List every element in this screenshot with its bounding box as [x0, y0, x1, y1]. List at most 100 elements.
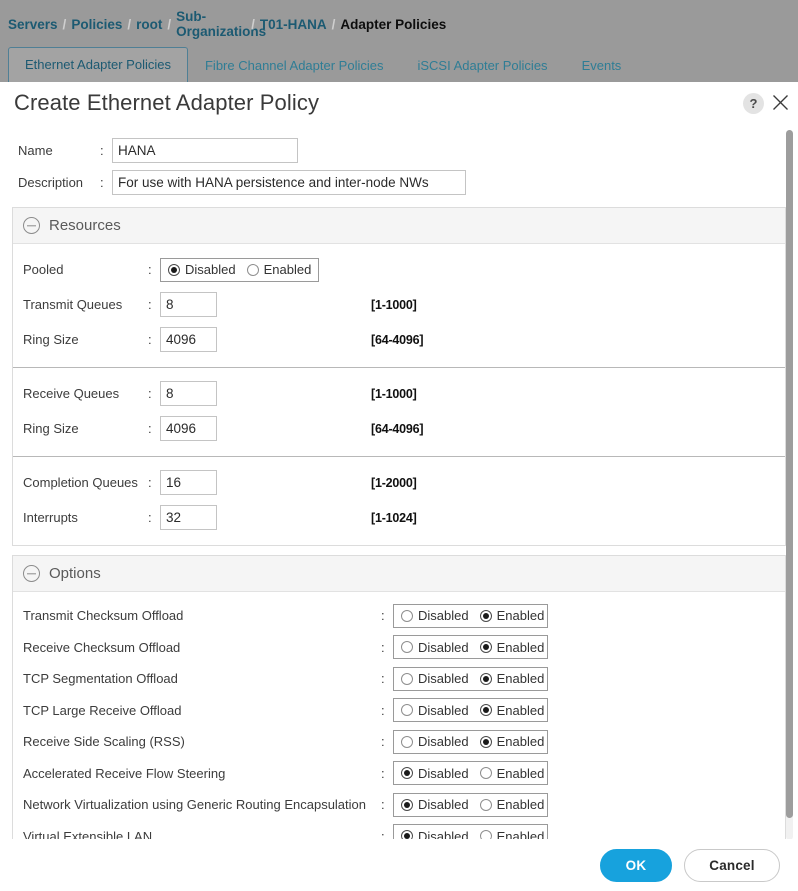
- scrollbar-track[interactable]: [786, 130, 793, 840]
- collapse-minus-icon[interactable]: [23, 217, 40, 234]
- breadcrumb-item-root[interactable]: root: [136, 17, 162, 32]
- radio-label: Enabled: [497, 734, 545, 749]
- receive-checksum-offload-row: Receive Checksum Offload:DisabledEnabled: [13, 632, 785, 664]
- tab-ethernet-adapter-policies[interactable]: Ethernet Adapter Policies: [8, 47, 188, 83]
- tcp-segmentation-offload-radio-group[interactable]: Disabled Enabled: [393, 667, 548, 691]
- accelerated-receive-flow-steering-radio-enabled[interactable]: Enabled: [480, 766, 545, 781]
- pooled-radio-enabled[interactable]: Enabled: [247, 262, 312, 277]
- options-panel-header[interactable]: Options: [13, 556, 785, 592]
- name-input[interactable]: HANA: [112, 138, 298, 163]
- network-virtualization-using-generic-routing-encapsulation-radio-group[interactable]: Disabled Enabled: [393, 793, 548, 817]
- breadcrumb-item-sub-organizations[interactable]: Sub-Organizations: [176, 9, 246, 39]
- receive-side-scaling-rss-row: Receive Side Scaling (RSS):DisabledEnabl…: [13, 726, 785, 758]
- completion-queues-row: Completion Queues:16[1-2000]: [13, 465, 785, 500]
- breadcrumb-separator: /: [167, 17, 171, 32]
- tcp-large-receive-offload-radio-enabled[interactable]: Enabled: [480, 703, 545, 718]
- network-virtualization-using-generic-routing-encapsulation-row: Network Virtualization using Generic Rou…: [13, 789, 785, 821]
- receive-queues-label: Receive Queues: [23, 386, 148, 401]
- pooled-radio-group[interactable]: Disabled Enabled: [160, 258, 319, 282]
- breadcrumb-item-policies[interactable]: Policies: [71, 17, 122, 32]
- resources-panel-title: Resources: [49, 217, 121, 234]
- scrollbar-thumb[interactable]: [786, 130, 793, 818]
- transmit-checksum-offload-row: Transmit Checksum Offload:DisabledEnable…: [13, 600, 785, 632]
- receive-side-scaling-rss-radio-disabled[interactable]: Disabled: [401, 734, 469, 749]
- tcp-segmentation-offload-radio-disabled[interactable]: Disabled: [401, 671, 469, 686]
- radio-label: Enabled: [497, 640, 545, 655]
- accelerated-receive-flow-steering-colon: :: [381, 766, 393, 781]
- description-input[interactable]: For use with HANA persistence and inter-…: [112, 170, 466, 195]
- ok-button[interactable]: OK: [600, 849, 672, 882]
- network-virtualization-using-generic-routing-encapsulation-radio-disabled[interactable]: Disabled: [401, 797, 469, 812]
- network-virtualization-using-generic-routing-encapsulation-radio-enabled[interactable]: Enabled: [480, 797, 545, 812]
- receive-checksum-offload-radio-group[interactable]: Disabled Enabled: [393, 635, 548, 659]
- receive-side-scaling-rss-label: Receive Side Scaling (RSS): [23, 734, 381, 749]
- transmit-queues-input[interactable]: 8: [160, 292, 217, 317]
- ring-size-colon: :: [148, 421, 160, 436]
- radio-label: Disabled: [418, 671, 469, 686]
- tcp-segmentation-offload-radio-enabled[interactable]: Enabled: [480, 671, 545, 686]
- tab-events[interactable]: Events: [565, 48, 639, 83]
- resources-groups: Pooled:DisabledEnabledTransmit Queues:8[…: [13, 244, 785, 545]
- tcp-large-receive-offload-radio-disabled[interactable]: Disabled: [401, 703, 469, 718]
- cancel-button[interactable]: Cancel: [684, 849, 780, 882]
- receive-checksum-offload-colon: :: [381, 640, 393, 655]
- receive-queues-row: Receive Queues:8[1-1000]: [13, 376, 785, 411]
- radio-dot-icon: [401, 799, 413, 811]
- tab-fibre-channel-adapter-policies[interactable]: Fibre Channel Adapter Policies: [188, 48, 401, 83]
- interrupts-input[interactable]: 32: [160, 505, 217, 530]
- receive-queues-input[interactable]: 8: [160, 381, 217, 406]
- breadcrumb-separator: /: [63, 17, 67, 32]
- pooled-radio-disabled[interactable]: Disabled: [168, 262, 236, 277]
- radio-label: Enabled: [497, 703, 545, 718]
- completion-queues-label: Completion Queues: [23, 475, 148, 490]
- dialog-header: Create Ethernet Adapter Policy ?: [0, 82, 798, 134]
- radio-dot-icon: [480, 641, 492, 653]
- radio-dot-icon: [480, 610, 492, 622]
- accelerated-receive-flow-steering-row: Accelerated Receive Flow Steering:Disabl…: [13, 758, 785, 790]
- accelerated-receive-flow-steering-radio-disabled[interactable]: Disabled: [401, 766, 469, 781]
- transmit-checksum-offload-radio-group[interactable]: Disabled Enabled: [393, 604, 548, 628]
- help-icon[interactable]: ?: [743, 93, 764, 114]
- virtual-extensible-lan-radio-group[interactable]: DisabledEnabled: [393, 824, 548, 840]
- virtual-extensible-lan-row: Virtual Extensible LAN:DisabledEnabled: [13, 821, 785, 841]
- radio-dot-icon: [401, 704, 413, 716]
- dialog-footer: OK Cancel: [0, 839, 798, 891]
- breadcrumb-item-t01-hana[interactable]: T01-HANA: [260, 17, 327, 32]
- transmit-checksum-offload-radio-enabled[interactable]: Enabled: [480, 608, 545, 623]
- resources-panel-header[interactable]: Resources: [13, 208, 785, 244]
- ring-size-input[interactable]: 4096: [160, 327, 217, 352]
- radio-label: Enabled: [497, 797, 545, 812]
- receive-checksum-offload-radio-enabled[interactable]: Enabled: [480, 640, 545, 655]
- radio-label: Disabled: [418, 608, 469, 623]
- breadcrumb-separator: /: [251, 17, 255, 32]
- pooled-colon: :: [148, 262, 160, 277]
- close-icon[interactable]: [768, 90, 792, 114]
- transmit-checksum-offload-radio-disabled[interactable]: Disabled: [401, 608, 469, 623]
- completion-queues-input[interactable]: 16: [160, 470, 217, 495]
- breadcrumb-item-servers[interactable]: Servers: [8, 17, 58, 32]
- ring-size-input[interactable]: 4096: [160, 416, 217, 441]
- tab-iscsi-adapter-policies[interactable]: iSCSI Adapter Policies: [400, 48, 564, 83]
- options-rows: Transmit Checksum Offload: Disabled Enable…: [13, 592, 785, 840]
- network-virtualization-using-generic-routing-encapsulation-colon: :: [381, 797, 393, 812]
- receive-side-scaling-rss-radio-enabled[interactable]: Enabled: [480, 734, 545, 749]
- collapse-minus-icon[interactable]: [23, 565, 40, 582]
- accelerated-receive-flow-steering-radio-group[interactable]: Disabled Enabled: [393, 761, 548, 785]
- radio-dot-icon: [480, 767, 492, 779]
- transmit-checksum-offload-label: Transmit Checksum Offload: [23, 608, 381, 623]
- resources-panel: Resources Pooled:DisabledEnabledTransmit…: [12, 207, 786, 546]
- receive-side-scaling-rss-radio-group[interactable]: Disabled Enabled: [393, 730, 548, 754]
- radio-dot-icon: [401, 641, 413, 653]
- receive-queues-colon: :: [148, 386, 160, 401]
- radio-label: Disabled: [418, 797, 469, 812]
- radio-dot-icon: [401, 673, 413, 685]
- breadcrumb-item-adapter-policies: Adapter Policies: [340, 17, 446, 32]
- receive-checksum-offload-radio-disabled[interactable]: Disabled: [401, 640, 469, 655]
- tcp-segmentation-offload-label: TCP Segmentation Offload: [23, 671, 381, 686]
- radio-dot-icon: [168, 264, 180, 276]
- tcp-large-receive-offload-row: TCP Large Receive Offload:DisabledEnable…: [13, 695, 785, 727]
- radio-dot-icon: [480, 736, 492, 748]
- tcp-large-receive-offload-radio-group[interactable]: Disabled Enabled: [393, 698, 548, 722]
- ring-size-label: Ring Size: [23, 332, 148, 347]
- transmit-queues-row: Transmit Queues:8[1-1000]: [13, 287, 785, 322]
